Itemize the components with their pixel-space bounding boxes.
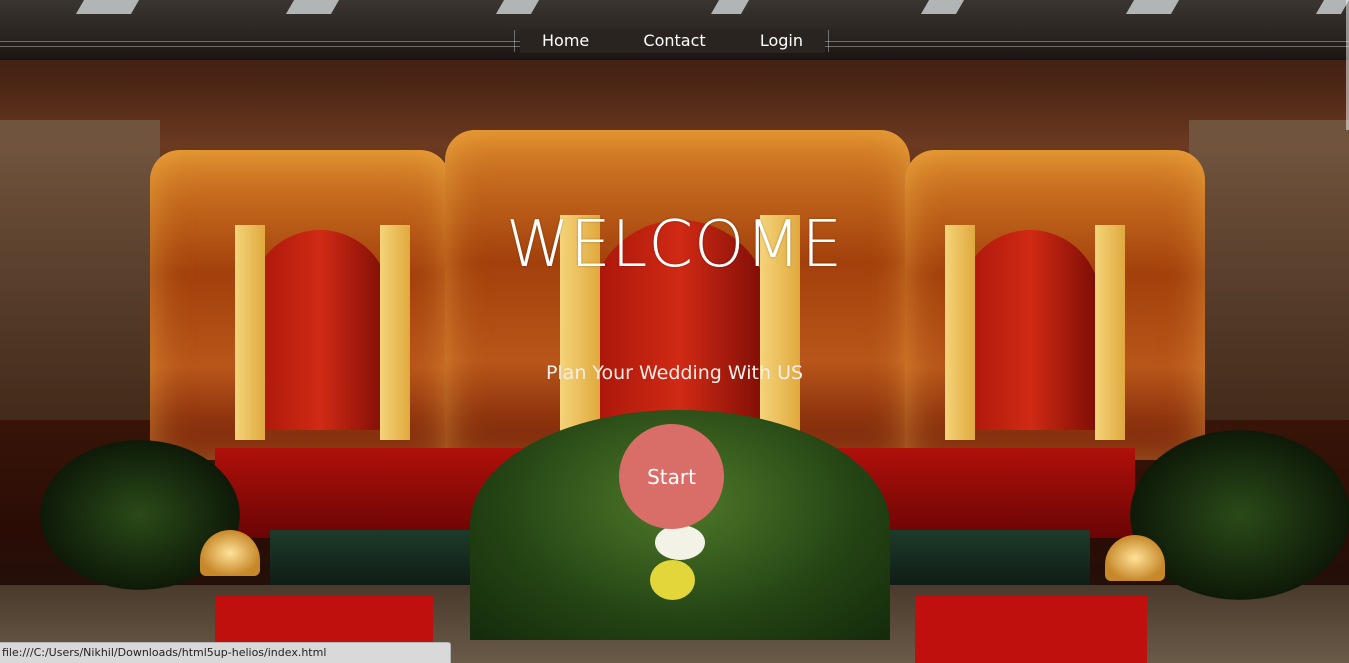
main-nav: Home Contact Login	[520, 29, 825, 53]
white-flowers	[655, 525, 705, 560]
nav-divider-right	[828, 30, 829, 52]
ceiling-light	[1315, 0, 1349, 14]
ceiling-light	[1125, 0, 1180, 14]
nav-login-link[interactable]: Login	[760, 29, 803, 53]
start-button[interactable]: Start	[619, 424, 724, 529]
nav-contact-link[interactable]: Contact	[643, 29, 705, 53]
ceiling-light	[710, 0, 750, 14]
nav-divider-left	[514, 30, 515, 52]
ceiling-light	[285, 0, 340, 14]
hero-subtitle: Plan Your Wedding With US	[545, 362, 804, 384]
hero-title: WELCOME	[505, 208, 844, 282]
carpet-right	[915, 596, 1147, 663]
yellow-flowers	[650, 560, 695, 600]
hero-background-image	[0, 0, 1349, 663]
ceiling-light	[920, 0, 965, 14]
ceiling-light	[495, 0, 540, 14]
ceiling-light	[75, 0, 140, 14]
status-bar-url: file:///C:/Users/Nikhil/Downloads/html5u…	[0, 642, 451, 663]
steps-right	[880, 530, 1090, 590]
nav-home-link[interactable]: Home	[542, 29, 589, 53]
steps-left	[270, 530, 480, 590]
